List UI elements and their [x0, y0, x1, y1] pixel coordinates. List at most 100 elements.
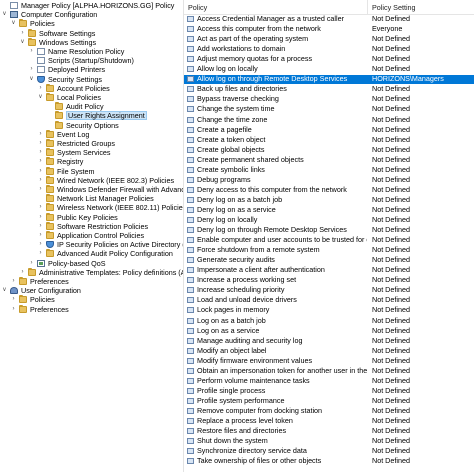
policy-row[interactable]: Modify firmware environment values Not De… — [184, 357, 474, 366]
policy-setting-value: Not Defined — [372, 55, 410, 64]
policy-row[interactable]: Enable computer and user accounts to be … — [184, 236, 474, 245]
policy-row[interactable]: Load and unload device drivers Not Define… — [184, 296, 474, 305]
policy-row[interactable]: Modify an object label Not Defined — [184, 347, 474, 356]
chevron-right-icon[interactable]: › — [37, 167, 44, 176]
chevron-right-icon[interactable]: › — [37, 139, 44, 148]
policy-name: Create a pagefile — [197, 125, 252, 134]
policy-row[interactable]: Add workstations to domain Not Defined — [184, 45, 474, 54]
policy-row[interactable]: Profile single process Not Defined — [184, 387, 474, 396]
policy-row[interactable]: Obtain an impersonation token for anothe… — [184, 367, 474, 376]
policy-row[interactable]: Replace a process level token Not Defined — [184, 417, 474, 426]
policy-row[interactable]: Increase a process working set Not Define… — [184, 276, 474, 285]
chevron-right-icon[interactable]: › — [28, 47, 35, 56]
chevron-down-icon[interactable]: ∨ — [28, 75, 35, 84]
policy-row[interactable]: Act as part of the operating system Not D… — [184, 35, 474, 44]
policy-row[interactable]: Create a pagefile Not Defined — [184, 126, 474, 135]
chevron-right-icon[interactable]: › — [28, 65, 35, 74]
chevron-right-icon[interactable]: › — [37, 130, 44, 139]
policy-row[interactable]: Increase scheduling priority Not Defined — [184, 286, 474, 295]
policy-row[interactable]: Perform volume maintenance tasks Not Defi… — [184, 377, 474, 386]
column-separator[interactable] — [367, 0, 368, 14]
policy-row[interactable]: Shut down the system Not Defined — [184, 437, 474, 446]
chevron-right-icon[interactable]: › — [28, 259, 35, 268]
policy-row[interactable]: Deny log on as a batch job Not Defined — [184, 196, 474, 205]
policy-row[interactable]: Access Credential Manager as a trusted c… — [184, 15, 474, 24]
policy-row[interactable]: Adjust memory quotas for a process Not De… — [184, 55, 474, 64]
chevron-down-icon[interactable]: ∨ — [37, 93, 44, 102]
policy-row[interactable]: Log on as a service Not Defined — [184, 327, 474, 336]
policy-row[interactable]: Debug programs Not Defined — [184, 176, 474, 185]
chevron-right-icon[interactable]: › — [37, 249, 44, 258]
policy-setting-icon — [187, 136, 194, 143]
policy-row[interactable]: Deny access to this computer from the ne… — [184, 186, 474, 195]
chevron-down-icon[interactable]: ∨ — [19, 38, 26, 47]
policy-row[interactable]: Deny log on through Remote Desktop Servi… — [184, 226, 474, 235]
chevron-right-icon[interactable]: › — [10, 295, 17, 304]
policy-setting-value: Not Defined — [372, 447, 410, 456]
tree-item-label: Public Key Policies — [57, 212, 118, 222]
chevron-right-icon[interactable]: › — [19, 29, 26, 38]
policy-row[interactable]: Create a token object Not Defined — [184, 136, 474, 145]
policy-row[interactable]: Allow log on through Remote Desktop Serv… — [184, 75, 474, 84]
policy-name: Obtain an impersonation token for anothe… — [197, 366, 367, 375]
policy-row[interactable]: Change the time zone Not Defined — [184, 116, 474, 125]
policy-name: Create permanent shared objects — [197, 155, 304, 164]
chevron-down-icon[interactable]: ∨ — [10, 19, 17, 28]
shield-icon — [46, 241, 54, 249]
chevron-right-icon[interactable]: › — [10, 305, 17, 314]
chevron-right-icon[interactable]: › — [37, 148, 44, 157]
policy-row[interactable]: Force shutdown from a remote system Not D… — [184, 246, 474, 255]
chevron-right-icon[interactable]: › — [37, 185, 44, 194]
chevron-right-icon[interactable]: › — [37, 176, 44, 185]
chevron-right-icon[interactable]: › — [37, 222, 44, 231]
policy-name: Change the system time — [197, 105, 275, 114]
policy-setting-icon — [187, 357, 194, 364]
chevron-right-icon[interactable]: › — [37, 157, 44, 166]
policy-row[interactable]: Bypass traverse checking Not Defined — [184, 95, 474, 104]
chevron-right-icon[interactable]: › — [37, 203, 44, 212]
policy-row[interactable]: Manage auditing and security log Not Defi… — [184, 337, 474, 346]
tree-item-label: Security Settings — [48, 74, 102, 84]
policy-row[interactable]: Back up files and directories Not Defined — [184, 85, 474, 94]
folder-icon — [55, 120, 63, 129]
policy-row[interactable]: Deny log on locally Not Defined — [184, 216, 474, 225]
chevron-right-icon[interactable]: › — [37, 231, 44, 240]
chevron-down-icon[interactable]: ∨ — [1, 10, 8, 19]
policy-row[interactable]: Generate security audits Not Defined — [184, 256, 474, 265]
policy-row[interactable]: Restore files and directories Not Defined — [184, 427, 474, 436]
policy-setting-icon — [187, 337, 194, 344]
policy-row[interactable]: Remove computer from docking station Not … — [184, 407, 474, 416]
chevron-right-icon[interactable]: › — [19, 268, 26, 277]
policy-setting-value: Not Defined — [372, 105, 410, 114]
column-header-policy[interactable]: Policy — [188, 3, 207, 12]
policy-setting-value: Not Defined — [372, 216, 410, 224]
folder-icon — [46, 175, 54, 184]
policy-row[interactable]: Create permanent shared objects Not Defin… — [184, 156, 474, 165]
list-column-header: Policy Policy Setting — [184, 0, 474, 15]
policy-row[interactable]: Synchronize directory service data Not De… — [184, 447, 474, 456]
doc-icon — [37, 57, 45, 65]
policy-row[interactable]: Access this computer from the network Eve… — [184, 25, 474, 34]
policy-name: Modify firmware environment values — [197, 356, 313, 365]
chevron-right-icon[interactable]: › — [37, 84, 44, 93]
column-header-policy-setting[interactable]: Policy Setting — [372, 3, 416, 12]
tree-item-label: Wired Network (IEEE 802.3) Policies — [57, 175, 175, 185]
policy-row[interactable]: Lock pages in memory Not Defined — [184, 306, 474, 315]
policy-row[interactable]: Deny log on as a service Not Defined — [184, 206, 474, 215]
policy-name: Perform volume maintenance tasks — [197, 376, 310, 385]
policy-row[interactable]: Allow log on locally Not Defined — [184, 65, 474, 74]
chevron-right-icon[interactable]: › — [37, 213, 44, 222]
chevron-down-icon[interactable]: ∨ — [1, 286, 8, 295]
chevron-right-icon[interactable]: › — [10, 277, 17, 286]
policy-row[interactable]: Take ownership of files or other objects… — [184, 457, 474, 466]
console-tree-pane: Manager Policy [ALPHA.HORIZONS.GG] Polic… — [0, 0, 184, 472]
folder-icon — [46, 166, 54, 175]
policy-row[interactable]: Profile system performance Not Defined — [184, 397, 474, 406]
policy-row[interactable]: Log on as a batch job Not Defined — [184, 317, 474, 326]
chevron-right-icon[interactable]: › — [37, 240, 44, 249]
tree-item-label: User Configuration — [21, 286, 81, 296]
policy-row[interactable]: Change the system time Not Defined — [184, 105, 474, 114]
policy-row[interactable]: Create symbolic links Not Defined — [184, 166, 474, 175]
policy-row[interactable]: Impersonate a client after authenticatio… — [184, 266, 474, 275]
policy-row[interactable]: Create global objects Not Defined — [184, 146, 474, 155]
